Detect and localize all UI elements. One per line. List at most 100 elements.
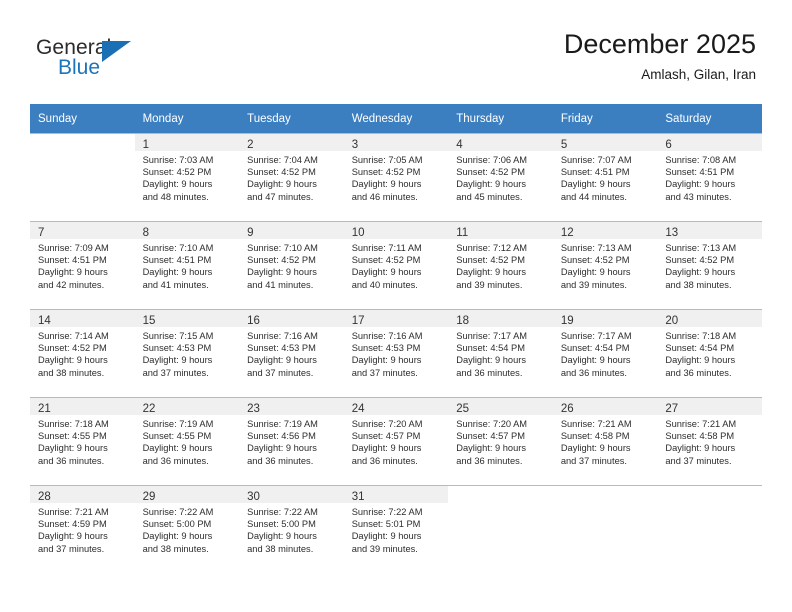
day-number: 20 <box>665 315 679 327</box>
calendar-cell[interactable]: 20 Sunrise: 7:18 AM Sunset: 4:54 PM Dayligh… <box>657 309 762 397</box>
day-sun-info: Sunrise: 7:16 AM Sunset: 4:53 PM Daylight:… <box>344 327 449 379</box>
calendar-cell[interactable]: 4 Sunrise: 7:06 AM Sunset: 4:52 PM Daylight… <box>448 133 553 221</box>
calendar-cell <box>30 133 135 221</box>
calendar-cell[interactable]: 10 Sunrise: 7:11 AM Sunset: 4:52 PM Dayligh… <box>343 221 449 309</box>
calendar-day-cell[interactable]: 23 Sunrise: 7:19 AM Sunset: 4:56 PM Dayligh… <box>239 397 344 485</box>
calendar-day-cell[interactable]: 15 Sunrise: 7:15 AM Sunset: 4:53 PM Dayligh… <box>134 309 240 397</box>
calendar-cell[interactable]: 21 Sunrise: 7:18 AM Sunset: 4:55 PM Dayligh… <box>30 397 135 485</box>
day-number-bar: 15 <box>134 310 240 327</box>
daylight-text-line1: Daylight: 9 hours <box>247 443 317 454</box>
calendar-cell[interactable]: 29 Sunrise: 7:22 AM Sunset: 5:00 PM Dayligh… <box>134 485 240 573</box>
day-number-bar: 2 <box>239 134 344 151</box>
calendar-cell[interactable]: 24 Sunrise: 7:20 AM Sunset: 4:57 PM Dayligh… <box>343 397 449 485</box>
sunrise-text: Sunrise: 7:22 AM <box>142 507 214 517</box>
calendar-cell[interactable]: 2 Sunrise: 7:04 AM Sunset: 4:52 PM Daylight… <box>239 133 344 221</box>
sunrise-text: Sunrise: 7:22 AM <box>247 507 318 517</box>
sunset-text: Sunset: 4:55 PM <box>38 431 107 442</box>
calendar-day-cell[interactable]: 3 Sunrise: 7:05 AM Sunset: 4:52 PM Daylight… <box>343 133 449 221</box>
sunset-text: Sunset: 4:51 PM <box>142 255 212 266</box>
calendar-cell[interactable]: 22 Sunrise: 7:19 AM Sunset: 4:55 PM Dayligh… <box>134 397 240 485</box>
daylight-text-line1: Daylight: 9 hours <box>247 531 317 542</box>
day-number-bar: 25 <box>448 398 553 415</box>
calendar-day-cell[interactable]: 31 Sunrise: 7:22 AM Sunset: 5:01 PM Dayligh… <box>343 485 449 573</box>
calendar-day-cell[interactable]: 2 Sunrise: 7:04 AM Sunset: 4:52 PM Daylight… <box>239 133 344 221</box>
calendar-day-cell[interactable]: 20 Sunrise: 7:18 AM Sunset: 4:54 PM Dayligh… <box>657 309 762 397</box>
calendar-cell[interactable]: 6 Sunrise: 7:08 AM Sunset: 4:51 PM Daylight… <box>657 133 762 221</box>
calendar-day-cell[interactable]: 27 Sunrise: 7:21 AM Sunset: 4:58 PM Dayligh… <box>657 397 762 485</box>
calendar-cell[interactable]: 9 Sunrise: 7:10 AM Sunset: 4:52 PM Daylight… <box>239 221 344 309</box>
day-sun-info: Sunrise: 7:17 AM Sunset: 4:54 PM Daylight:… <box>448 327 553 379</box>
sunset-text: Sunset: 4:51 PM <box>665 167 735 178</box>
calendar-day-cell[interactable]: 28 Sunrise: 7:21 AM Sunset: 4:59 PM Dayligh… <box>30 485 135 573</box>
daylight-text-line2: and 37 minutes. <box>351 367 418 378</box>
calendar-cell[interactable]: 18 Sunrise: 7:17 AM Sunset: 4:54 PM Dayligh… <box>448 309 553 397</box>
calendar-day-cell[interactable]: 26 Sunrise: 7:21 AM Sunset: 4:58 PM Dayligh… <box>552 397 658 485</box>
daylight-text-line1: Daylight: 9 hours <box>665 179 736 190</box>
sunrise-text: Sunrise: 7:16 AM <box>351 331 423 341</box>
calendar-cell[interactable]: 11 Sunrise: 7:12 AM Sunset: 4:52 PM Dayligh… <box>448 221 553 309</box>
calendar-day-cell[interactable]: 11 Sunrise: 7:12 AM Sunset: 4:52 PM Dayligh… <box>448 221 553 309</box>
calendar-day-cell[interactable]: 12 Sunrise: 7:13 AM Sunset: 4:52 PM Dayligh… <box>552 221 658 309</box>
calendar-day-cell[interactable]: 10 Sunrise: 7:11 AM Sunset: 4:52 PM Dayligh… <box>343 221 449 309</box>
calendar-day-cell[interactable]: 22 Sunrise: 7:19 AM Sunset: 4:55 PM Dayligh… <box>134 397 240 485</box>
calendar-day-cell[interactable]: 16 Sunrise: 7:16 AM Sunset: 4:53 PM Dayligh… <box>239 309 344 397</box>
weekday-header-sunday: Sunday <box>30 104 135 133</box>
calendar-cell[interactable]: 16 Sunrise: 7:16 AM Sunset: 4:53 PM Dayligh… <box>239 309 344 397</box>
calendar-cell[interactable]: 8 Sunrise: 7:10 AM Sunset: 4:51 PM Daylight… <box>134 221 240 309</box>
daylight-text-line2: and 36 minutes. <box>456 455 523 466</box>
calendar-cell <box>657 485 762 573</box>
sunrise-text: Sunrise: 7:11 AM <box>351 243 422 253</box>
calendar-cell[interactable]: 27 Sunrise: 7:21 AM Sunset: 4:58 PM Dayligh… <box>657 397 762 485</box>
calendar-cell[interactable]: 13 Sunrise: 7:13 AM Sunset: 4:52 PM Dayligh… <box>657 221 762 309</box>
day-sun-info: Sunrise: 7:20 AM Sunset: 4:57 PM Daylight:… <box>344 415 449 467</box>
calendar-day-cell[interactable]: 4 Sunrise: 7:06 AM Sunset: 4:52 PM Daylight… <box>448 133 553 221</box>
calendar-day-cell[interactable]: 17 Sunrise: 7:16 AM Sunset: 4:53 PM Dayligh… <box>343 309 449 397</box>
calendar-day-cell[interactable]: 24 Sunrise: 7:20 AM Sunset: 4:57 PM Dayligh… <box>343 397 449 485</box>
calendar-cell[interactable]: 15 Sunrise: 7:15 AM Sunset: 4:53 PM Dayligh… <box>134 309 240 397</box>
calendar-day-cell[interactable]: 19 Sunrise: 7:17 AM Sunset: 4:54 PM Dayligh… <box>552 309 658 397</box>
calendar-day-cell[interactable]: 9 Sunrise: 7:10 AM Sunset: 4:52 PM Daylight… <box>239 221 344 309</box>
day-sun-info: Sunrise: 7:04 AM Sunset: 4:52 PM Daylight:… <box>239 151 344 203</box>
day-sun-info: Sunrise: 7:13 AM Sunset: 4:52 PM Daylight:… <box>553 239 658 291</box>
calendar-cell[interactable]: 7 Sunrise: 7:09 AM Sunset: 4:51 PM Daylight… <box>30 221 135 309</box>
calendar-cell[interactable]: 30 Sunrise: 7:22 AM Sunset: 5:00 PM Dayligh… <box>239 485 344 573</box>
calendar-cell[interactable]: 3 Sunrise: 7:05 AM Sunset: 4:52 PM Daylight… <box>343 133 449 221</box>
calendar-day-cell[interactable]: 30 Sunrise: 7:22 AM Sunset: 5:00 PM Dayligh… <box>239 485 344 573</box>
sunset-text: Sunset: 4:52 PM <box>560 255 630 266</box>
calendar-day-cell[interactable]: 21 Sunrise: 7:18 AM Sunset: 4:55 PM Dayligh… <box>30 397 135 485</box>
calendar-day-cell[interactable]: 1 Sunrise: 7:03 AM Sunset: 4:52 PM Daylight… <box>134 133 240 221</box>
calendar-day-cell[interactable]: 7 Sunrise: 7:09 AM Sunset: 4:51 PM Daylight… <box>30 221 135 309</box>
calendar-day-cell[interactable]: 14 Sunrise: 7:14 AM Sunset: 4:52 PM Dayligh… <box>30 309 135 397</box>
calendar-day-cell[interactable]: 8 Sunrise: 7:10 AM Sunset: 4:51 PM Daylight… <box>134 221 240 309</box>
calendar-day-cell[interactable]: 25 Sunrise: 7:20 AM Sunset: 4:57 PM Dayligh… <box>448 397 553 485</box>
calendar-cell[interactable]: 12 Sunrise: 7:13 AM Sunset: 4:52 PM Dayligh… <box>552 221 658 309</box>
sunrise-text: Sunrise: 7:16 AM <box>247 331 318 341</box>
day-number: 19 <box>560 315 574 327</box>
calendar-cell[interactable]: 28 Sunrise: 7:21 AM Sunset: 4:59 PM Dayligh… <box>30 485 135 573</box>
day-number-bar: 31 <box>343 486 449 503</box>
calendar-cell[interactable]: 19 Sunrise: 7:17 AM Sunset: 4:54 PM Dayligh… <box>552 309 658 397</box>
daylight-text-line1: Daylight: 9 hours <box>142 179 213 190</box>
calendar-day-cell[interactable]: 6 Sunrise: 7:08 AM Sunset: 4:51 PM Daylight… <box>657 133 762 221</box>
sunrise-text: Sunrise: 7:04 AM <box>247 155 318 165</box>
daylight-text-line2: and 39 minutes. <box>560 279 627 290</box>
calendar-cell[interactable]: 25 Sunrise: 7:20 AM Sunset: 4:57 PM Dayligh… <box>448 397 553 485</box>
calendar-cell[interactable]: 14 Sunrise: 7:14 AM Sunset: 4:52 PM Dayligh… <box>30 309 135 397</box>
calendar-day-cell[interactable]: 5 Sunrise: 7:07 AM Sunset: 4:51 PM Daylight… <box>552 133 658 221</box>
calendar-day-cell[interactable]: 18 Sunrise: 7:17 AM Sunset: 4:54 PM Dayligh… <box>448 309 553 397</box>
day-number: 31 <box>351 491 365 503</box>
calendar-cell[interactable]: 17 Sunrise: 7:16 AM Sunset: 4:53 PM Dayligh… <box>343 309 449 397</box>
day-sun-info: Sunrise: 7:17 AM Sunset: 4:54 PM Daylight:… <box>553 327 658 379</box>
calendar-day-cell[interactable]: 13 Sunrise: 7:13 AM Sunset: 4:52 PM Dayligh… <box>657 221 762 309</box>
calendar-page: General Blue December 2025 Amlash, Gilan… <box>0 0 792 612</box>
day-number: 26 <box>560 403 574 415</box>
calendar-cell[interactable]: 31 Sunrise: 7:22 AM Sunset: 5:01 PM Dayligh… <box>343 485 449 573</box>
calendar-cell[interactable]: 26 Sunrise: 7:21 AM Sunset: 4:58 PM Dayligh… <box>552 397 658 485</box>
calendar-cell[interactable]: 23 Sunrise: 7:19 AM Sunset: 4:56 PM Dayligh… <box>239 397 344 485</box>
day-number: 5 <box>560 139 568 151</box>
day-number-bar: 5 <box>552 134 658 151</box>
calendar-cell[interactable]: 1 Sunrise: 7:03 AM Sunset: 4:52 PM Daylight… <box>134 133 240 221</box>
calendar-day-cell[interactable]: 29 Sunrise: 7:22 AM Sunset: 5:00 PM Dayligh… <box>134 485 240 573</box>
calendar-cell[interactable]: 5 Sunrise: 7:07 AM Sunset: 4:51 PM Daylight… <box>552 133 658 221</box>
sunset-text: Sunset: 4:52 PM <box>456 167 525 178</box>
